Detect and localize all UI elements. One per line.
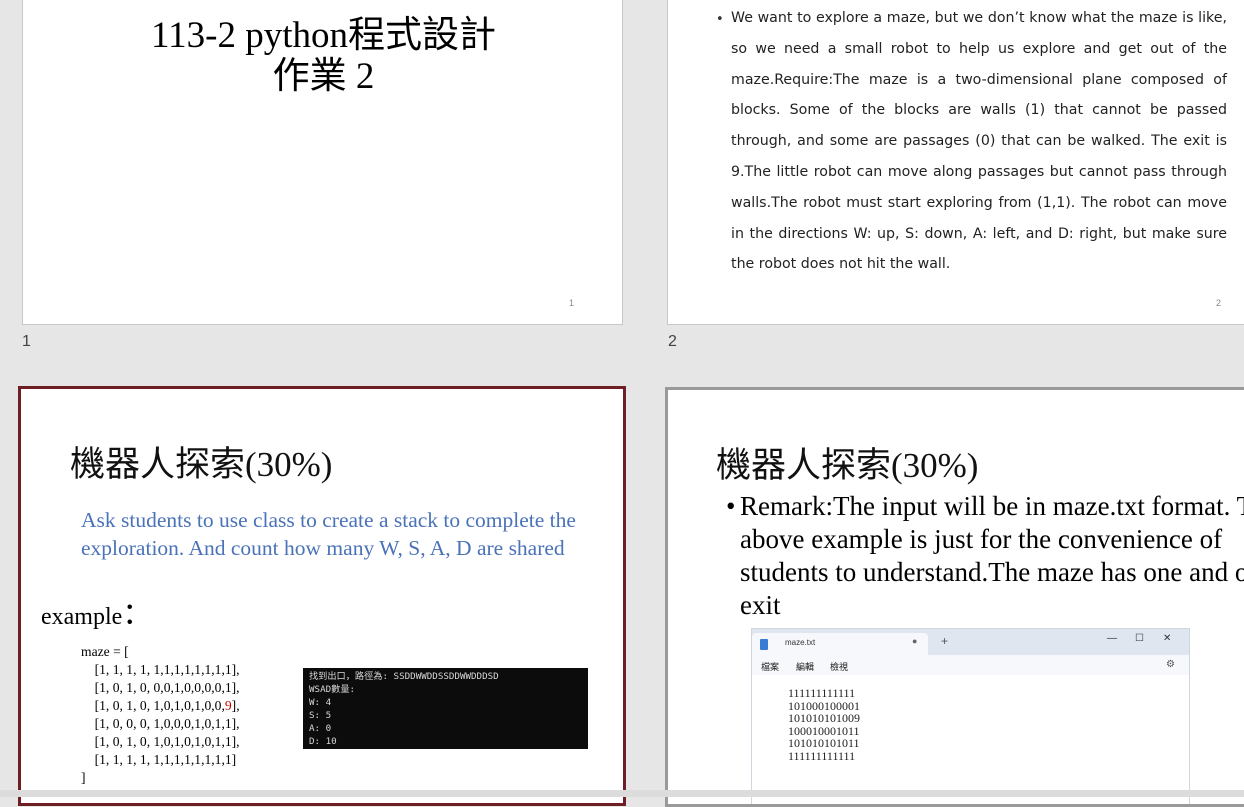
- slide-1-title: 113-2 python程式設計 作業 2: [23, 15, 622, 97]
- code-row-suffix: ],: [231, 698, 240, 713]
- close-icon: ✕: [1163, 633, 1172, 644]
- console-line: 找到出口，路徑為: SSDDWWDDSSDDWWDDDSD: [309, 671, 499, 682]
- slide-4-thumbnail[interactable]: 機器人探索(30%) • Remark:The input will be in…: [665, 387, 1244, 807]
- maze-code-block: maze = [ [1, 1, 1, 1, 1,1,1,1,1,1,1,1], …: [81, 643, 240, 787]
- example-text: example: [41, 604, 123, 630]
- slide-3-instruction: Ask students to use class to create a st…: [81, 508, 576, 560]
- example-colon: ：: [122, 598, 153, 631]
- slide-2-thumbnail[interactable]: • We want to explore a maze, but we don’…: [667, 0, 1244, 325]
- gear-icon: ⚙: [1166, 659, 1175, 670]
- slide-page-number: 1: [569, 298, 575, 308]
- slide-1-thumbnail[interactable]: 113-2 python程式設計 作業 2 1: [22, 0, 623, 325]
- bullet-icon: •: [726, 491, 736, 521]
- code-row: [1, 0, 1, 0, 1,0,1,0,1,0,1,1],: [94, 734, 240, 749]
- exit-value: 9: [224, 698, 232, 713]
- slide-number-label-2: 2: [668, 333, 677, 350]
- slide-3-thumbnail-selected[interactable]: 機器人探索(30%) Ask students to use class to …: [18, 386, 626, 806]
- code-row: [1, 1, 1, 1, 1,1,1,1,1,1,1,1]: [94, 752, 237, 767]
- notepad-menubar: 檔案 編輯 檢視 ⚙: [752, 655, 1189, 675]
- slide-3-heading: 機器人探索(30%): [70, 445, 333, 484]
- code-row: [1, 1, 1, 1, 1,1,1,1,1,1,1,1],: [94, 662, 240, 677]
- console-line: WSAD數量:: [309, 684, 356, 695]
- notepad-content-area: 111111111111 101000100001 101010101009 1…: [752, 675, 1189, 804]
- slide-4-body-text: Remark:The input will be in maze.txt for…: [740, 491, 1244, 620]
- title-line-1: 113-2 python程式設計: [151, 15, 496, 56]
- maze-file-content: 111111111111 101000100001 101010101009 1…: [788, 686, 860, 763]
- console-line: D: 10: [309, 736, 337, 747]
- notepad-screenshot: maze.txt ● + — ☐ ✕ 檔案 編輯 檢視 ⚙ 1111111111…: [751, 628, 1190, 804]
- minimize-icon: —: [1107, 633, 1117, 644]
- code-open: maze = [: [81, 644, 129, 659]
- menu-view: 檢視: [830, 662, 849, 672]
- notepad-tab-name: maze.txt: [785, 638, 816, 647]
- slide-2-body-text: We want to explore a maze, but we don’t …: [731, 10, 1227, 273]
- bottom-scroll-strip: [0, 790, 1244, 797]
- example-label: example：: [41, 589, 152, 633]
- slide-page-number: 2: [1216, 298, 1222, 308]
- unsaved-dot-icon: ●: [912, 636, 918, 646]
- code-row: [1, 0, 0, 0, 1,0,0,0,1,0,1,1],: [94, 716, 240, 731]
- code-row: [1, 0, 1, 0, 0,0,1,0,0,0,0,1],: [94, 680, 240, 695]
- new-tab-icon: +: [941, 634, 949, 648]
- console-line: W: 4: [309, 697, 332, 708]
- console-line: A: 0: [309, 723, 332, 734]
- notepad-titlebar: maze.txt ● + — ☐ ✕: [752, 629, 1189, 655]
- maximize-icon: ☐: [1135, 633, 1144, 644]
- notepad-tab: maze.txt ●: [752, 633, 928, 655]
- menu-file: 檔案: [761, 662, 780, 672]
- bullet-icon: •: [716, 12, 724, 27]
- code-row: [1, 0, 1, 0, 1,0,1,0,1,0,0,: [94, 698, 225, 713]
- console-output-image: 找到出口，路徑為: SSDDWWDDSSDDWWDDDSD WSAD數量: W: 4…: [303, 668, 588, 749]
- console-line: S: 5: [309, 710, 332, 721]
- slide-4-heading: 機器人探索(30%): [716, 446, 979, 485]
- slide-number-label-1: 1: [22, 333, 31, 350]
- notepad-file-icon: [760, 639, 768, 650]
- code-close: ]: [81, 770, 86, 785]
- menu-edit: 編輯: [796, 662, 815, 672]
- title-line-2: 作業 2: [272, 56, 375, 97]
